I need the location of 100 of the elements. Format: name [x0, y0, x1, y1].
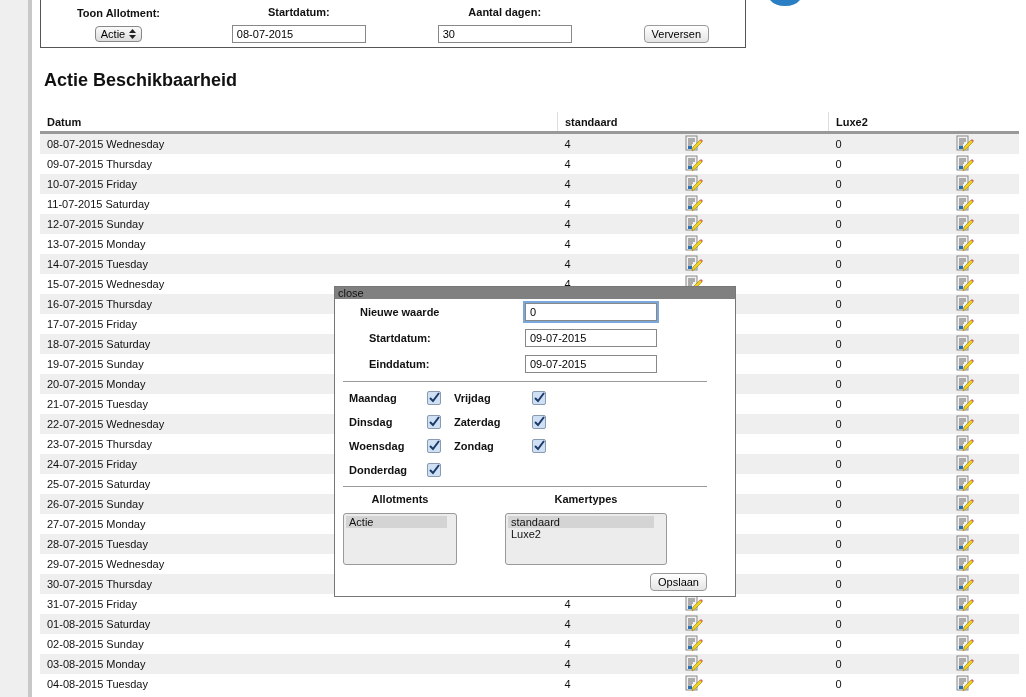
edit-icon[interactable]: [684, 655, 703, 673]
edit-icon[interactable]: [955, 455, 974, 473]
edit-icon[interactable]: [955, 315, 974, 333]
edit-icon[interactable]: [955, 535, 974, 553]
edit-icon[interactable]: [955, 215, 974, 233]
edit-icon[interactable]: [955, 295, 974, 313]
edit-icon[interactable]: [955, 635, 974, 653]
allotments-listbox[interactable]: Actie: [343, 513, 457, 565]
edit-icon[interactable]: [955, 235, 974, 253]
edit-icon[interactable]: [955, 335, 974, 353]
availability-value: 0: [835, 678, 843, 690]
edit-icon[interactable]: [955, 555, 974, 573]
edit-icon[interactable]: [955, 435, 974, 453]
availability-value: 0: [835, 398, 843, 410]
edit-icon[interactable]: [684, 235, 703, 253]
date-cell: 25-07-2015 Saturday: [47, 478, 151, 490]
date-cell: 30-07-2015 Thursday: [47, 578, 152, 590]
date-cell: 09-07-2015 Thursday: [47, 158, 152, 170]
weekday-checkbox[interactable]: [532, 391, 546, 405]
list-option[interactable]: Actie: [346, 516, 447, 528]
new-value-label: Nieuwe waarde: [359, 306, 441, 318]
start-date-field[interactable]: 08-07-2015: [231, 25, 366, 43]
edit-icon[interactable]: [955, 195, 974, 213]
edit-icon[interactable]: [684, 615, 703, 633]
date-cell: 04-08-2015 Tuesday: [47, 678, 148, 690]
new-value-field[interactable]: 0: [525, 303, 657, 321]
availability-value: 0: [835, 358, 843, 370]
edit-icon[interactable]: [955, 475, 974, 493]
edit-icon[interactable]: [955, 415, 974, 433]
date-cell: 16-07-2015 Thursday: [47, 298, 152, 310]
list-option[interactable]: standaard: [508, 516, 654, 528]
availability-value: 0: [835, 498, 843, 510]
availability-value: 0: [835, 598, 843, 610]
room-types-listbox[interactable]: standaard Luxe2: [505, 513, 667, 565]
close-link[interactable]: close: [338, 287, 364, 299]
edit-icon[interactable]: [955, 495, 974, 513]
availability-value: 0: [835, 418, 843, 430]
availability-value: 0: [835, 138, 843, 150]
edit-icon[interactable]: [955, 595, 974, 613]
availability-value: 4: [564, 598, 572, 610]
weekday-label: Donderdag: [349, 464, 409, 476]
weekday-checkbox[interactable]: [532, 415, 546, 429]
date-cell: 31-07-2015 Friday: [47, 598, 137, 610]
edit-icon[interactable]: [955, 515, 974, 533]
weekday-checkbox[interactable]: [427, 439, 441, 453]
edit-icon[interactable]: [955, 175, 974, 193]
weekday-checkbox[interactable]: [427, 415, 441, 429]
weekday-checkbox[interactable]: [427, 463, 441, 477]
availability-value: 0: [835, 518, 843, 530]
start-date-label: Startdatum:: [368, 332, 432, 344]
edit-icon[interactable]: [955, 575, 974, 593]
date-cell: 12-07-2015 Sunday: [47, 218, 144, 230]
availability-value: 0: [835, 158, 843, 170]
edit-icon[interactable]: [955, 655, 974, 673]
edit-icon[interactable]: [684, 675, 703, 693]
edit-icon[interactable]: [955, 355, 974, 373]
edit-icon[interactable]: [684, 155, 703, 173]
weekday-checkbox[interactable]: [532, 439, 546, 453]
list-option[interactable]: Luxe2: [508, 528, 654, 540]
availability-value: 0: [835, 478, 843, 490]
days-field[interactable]: 30: [437, 25, 572, 43]
edit-icon[interactable]: [955, 675, 974, 693]
availability-value: 4: [564, 678, 572, 690]
availability-value: 0: [835, 558, 843, 570]
availability-value: 0: [835, 318, 843, 330]
edit-icon[interactable]: [684, 255, 703, 273]
edit-icon[interactable]: [955, 135, 974, 153]
save-button[interactable]: Opslaan: [650, 573, 707, 591]
weekday-label: Zondag: [454, 440, 495, 452]
edit-icon[interactable]: [684, 175, 703, 193]
date-cell: 21-07-2015 Tuesday: [47, 398, 148, 410]
refresh-button[interactable]: Verversen: [643, 25, 710, 43]
edit-icon[interactable]: [955, 615, 974, 633]
availability-value: 0: [835, 178, 843, 190]
edit-icon[interactable]: [684, 635, 703, 653]
weekday-label: Woensdag: [349, 440, 406, 452]
weekday-checkbox[interactable]: [427, 391, 441, 405]
end-date-field[interactable]: 09-07-2015: [525, 355, 657, 373]
edit-icon[interactable]: [684, 135, 703, 153]
availability-value: 0: [835, 578, 843, 590]
edit-icon[interactable]: [684, 195, 703, 213]
availability-value: 4: [564, 238, 572, 250]
date-cell: 08-07-2015 Wednesday: [47, 138, 165, 150]
availability-value: 0: [835, 438, 843, 450]
edit-icon[interactable]: [684, 215, 703, 233]
edit-icon[interactable]: [955, 395, 974, 413]
edit-icon[interactable]: [955, 375, 974, 393]
edit-icon[interactable]: [955, 155, 974, 173]
date-cell: 03-08-2015 Monday: [47, 658, 146, 670]
date-cell: 15-07-2015 Wednesday: [47, 278, 165, 290]
availability-value: 0: [835, 658, 843, 670]
date-cell: 18-07-2015 Saturday: [47, 338, 151, 350]
availability-value: 4: [564, 638, 572, 650]
start-date-field[interactable]: 09-07-2015: [525, 329, 657, 347]
allotment-select[interactable]: Actie: [94, 26, 143, 42]
edit-icon[interactable]: [955, 255, 974, 273]
availability-value: 0: [835, 458, 843, 470]
start-date-label: Startdatum:: [268, 6, 330, 19]
edit-icon[interactable]: [955, 275, 974, 293]
date-cell: 10-07-2015 Friday: [47, 178, 137, 190]
